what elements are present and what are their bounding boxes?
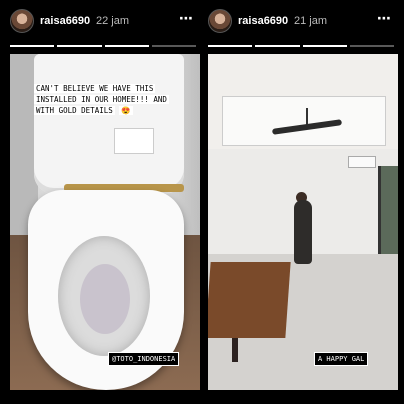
username[interactable]: raisa6690 bbox=[40, 15, 90, 27]
progress-segment bbox=[302, 45, 347, 47]
story-header: raisa6690 22 jam ⋯ bbox=[6, 0, 200, 52]
username[interactable]: raisa6690 bbox=[238, 15, 288, 27]
story-caption: CAN'T BELIEVE WE HAVE THIS INSTALLED IN … bbox=[32, 83, 182, 116]
avatar[interactable] bbox=[208, 9, 232, 33]
progress-bar bbox=[208, 45, 394, 47]
label-sticker bbox=[114, 128, 154, 154]
heart-eyes-emoji-icon: 😍 bbox=[119, 106, 133, 115]
story-photo[interactable]: CAN'T BELIEVE WE HAVE THIS INSTALLED IN … bbox=[10, 54, 200, 390]
story-photo[interactable]: A HAPPY GAL bbox=[208, 54, 398, 390]
progress-segment bbox=[208, 45, 253, 47]
mention-tag[interactable]: @TOTO_INDONESIA bbox=[108, 352, 180, 366]
story-card-right[interactable]: raisa6690 21 jam ⋯ A HAPPY GAL bbox=[204, 0, 398, 398]
window bbox=[378, 166, 398, 266]
story-card-left[interactable]: raisa6690 22 jam ⋯ CAN'T BELIEVE WE HAVE… bbox=[6, 0, 200, 398]
person bbox=[294, 200, 312, 264]
ceiling-recess bbox=[222, 96, 386, 146]
more-options-icon[interactable]: ⋯ bbox=[179, 10, 194, 27]
progress-bar bbox=[10, 45, 196, 47]
progress-segment bbox=[151, 45, 196, 47]
story-header: raisa6690 21 jam ⋯ bbox=[204, 0, 398, 52]
caption-text: CAN'T BELIEVE WE HAVE THIS INSTALLED IN … bbox=[34, 84, 169, 115]
progress-segment bbox=[104, 45, 149, 47]
caption-tag: A HAPPY GAL bbox=[314, 352, 369, 366]
progress-segment bbox=[349, 45, 394, 47]
toilet-water bbox=[80, 264, 130, 334]
timestamp: 21 jam bbox=[294, 15, 328, 27]
air-conditioner bbox=[348, 156, 376, 168]
table-leg bbox=[232, 338, 238, 362]
avatar[interactable] bbox=[10, 9, 34, 33]
timestamp: 22 jam bbox=[96, 15, 130, 27]
table bbox=[208, 262, 291, 338]
progress-segment bbox=[255, 45, 300, 47]
toilet-lid bbox=[34, 54, 184, 194]
progress-segment bbox=[57, 45, 102, 47]
progress-segment bbox=[10, 45, 55, 47]
more-options-icon[interactable]: ⋯ bbox=[377, 10, 392, 27]
